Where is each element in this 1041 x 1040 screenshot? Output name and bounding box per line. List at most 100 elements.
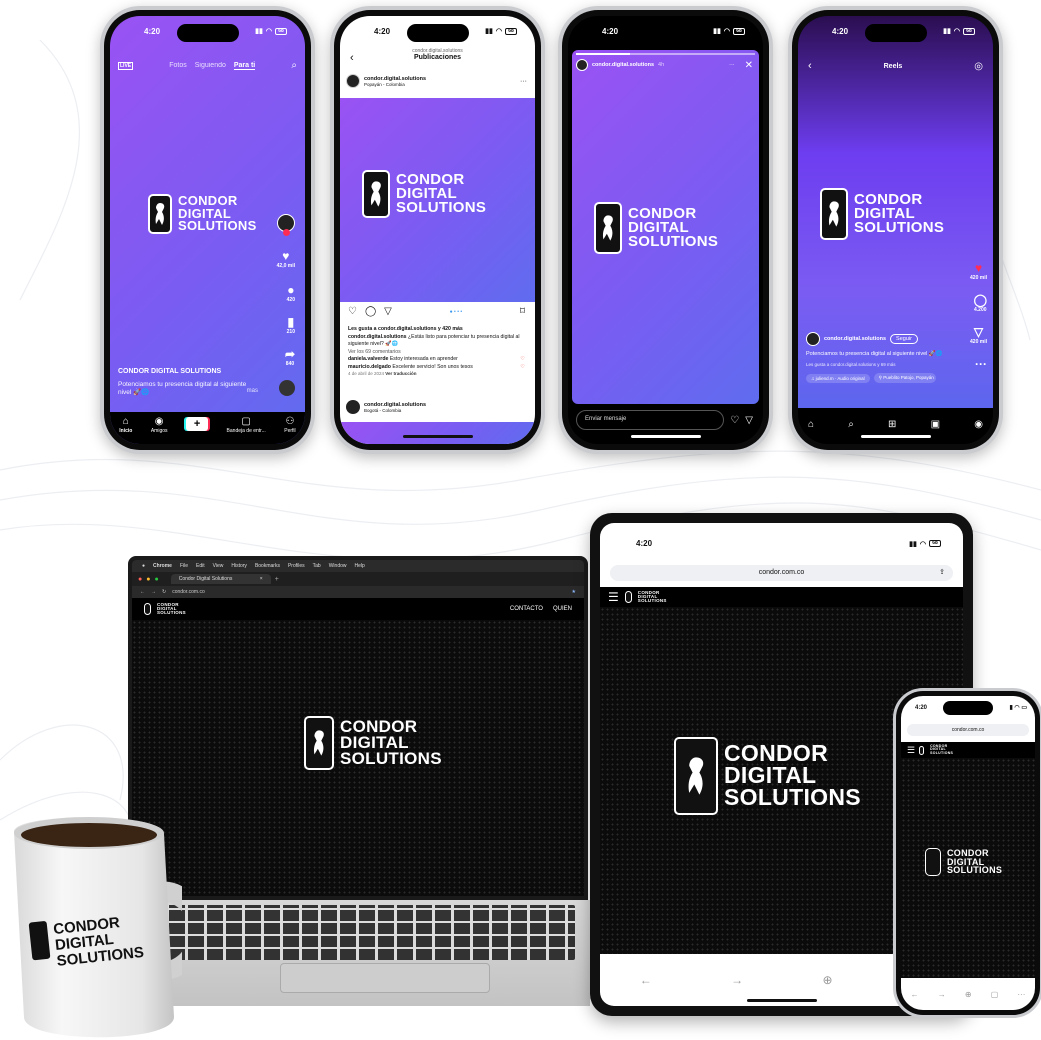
url-text[interactable]: condor.com.co <box>172 589 205 595</box>
site-logo[interactable]: CONDOR DIGITAL SOLUTIONS <box>624 590 667 604</box>
bookmark-icon[interactable]: ⌑ <box>520 306 525 317</box>
new-tab-icon[interactable]: ⊕ <box>965 990 972 999</box>
heart-icon[interactable]: ♡ <box>348 306 357 317</box>
live-icon[interactable]: LIVE <box>118 61 134 70</box>
back-icon[interactable]: ← <box>640 973 652 987</box>
view-comments[interactable]: Ver los 69 comentarios <box>348 349 525 357</box>
menu-window[interactable]: Window <box>329 563 347 569</box>
close-icon[interactable]: ✕ <box>745 60 753 71</box>
tab-para-ti[interactable]: Para ti <box>233 62 256 70</box>
apple-icon[interactable]: ● <box>142 563 145 569</box>
url-bar[interactable]: condor.com.co ⇪ <box>610 565 953 581</box>
home-icon[interactable]: ⌂ <box>808 419 814 430</box>
translate-link[interactable]: Ver traducción <box>385 371 416 376</box>
next-author-name[interactable]: condor.digital.solutions <box>364 402 426 408</box>
profile-avatar-icon[interactable]: ◉ <box>974 419 983 430</box>
menu-file[interactable]: File <box>180 563 188 569</box>
menu-view[interactable]: View <box>213 563 224 569</box>
send-icon[interactable]: ▽ <box>745 415 753 426</box>
minimize-window-icon[interactable]: ● <box>146 576 150 583</box>
comment1-heart-icon[interactable]: ♡ <box>520 356 525 364</box>
audio-chip[interactable]: ♫ juliend.m · Audio original <box>806 373 870 383</box>
save-button[interactable]: ▮ 210 <box>287 316 295 335</box>
heart-icon[interactable]: ♡ <box>730 415 739 426</box>
comment-button[interactable]: ◯ 4.200 <box>974 294 987 313</box>
hamburger-menu-icon[interactable]: ☰ <box>907 745 915 756</box>
location-chip[interactable]: ⚲ Pueblito Patojo, Popayán <box>873 373 936 383</box>
tab-siguiendo[interactable]: Siguiendo <box>195 62 226 69</box>
comment2-user[interactable]: mauricio.delgado <box>348 364 391 370</box>
avatar[interactable] <box>576 59 588 71</box>
profile-avatar[interactable] <box>277 214 295 236</box>
comment1-user[interactable]: daniela.valverde <box>348 356 388 362</box>
menu-tab[interactable]: Tab <box>313 563 321 569</box>
nav-contacto[interactable]: CONTACTO <box>510 606 543 612</box>
menu-history[interactable]: History <box>231 563 247 569</box>
tabs-icon[interactable]: ▢ <box>991 990 999 999</box>
share-icon[interactable]: ⇪ <box>939 565 945 581</box>
create-icon[interactable]: ⊞ <box>888 419 896 430</box>
close-window-icon[interactable]: ● <box>138 576 142 583</box>
back-icon[interactable]: ‹ <box>350 52 354 64</box>
new-tab-icon[interactable]: ⊕ <box>822 973 832 987</box>
reel-user[interactable]: condor.digital.solutions <box>824 336 886 342</box>
back-icon[interactable]: ← <box>911 990 919 999</box>
send-icon[interactable]: ▽ <box>384 306 392 317</box>
liked-by[interactable]: Les gusta a condor.digital.solutions y 6… <box>806 362 963 367</box>
comment-button[interactable]: ● 420 <box>287 284 295 303</box>
nav-perfil[interactable]: ⚇ Perfil <box>284 417 295 435</box>
share-button[interactable]: ▽ 420 mil <box>970 326 987 345</box>
comment-icon[interactable]: ◯ <box>365 306 376 317</box>
reels-icon[interactable]: ▣ <box>931 419 940 430</box>
back-icon[interactable]: ← <box>140 589 145 595</box>
avatar[interactable] <box>346 400 360 414</box>
menu-chrome[interactable]: Chrome <box>153 563 172 569</box>
comment2-heart-icon[interactable]: ♡ <box>520 364 525 372</box>
forward-icon[interactable]: → <box>151 589 156 595</box>
create-button[interactable]: + <box>186 417 209 431</box>
browser-tab[interactable]: Condor Digital Solutions × <box>170 574 271 584</box>
nav-amigos[interactable]: ◉ Amigos <box>151 417 168 435</box>
tab-close-icon[interactable]: × <box>260 576 263 582</box>
site-logo[interactable]: CONDOR DIGITAL SOLUTIONS <box>919 744 953 755</box>
site-logo[interactable]: CONDOR DIGITAL SOLUTIONS <box>144 602 186 616</box>
nav-inbox[interactable]: ▢ Bandeja de entr... <box>227 417 266 435</box>
avatar[interactable] <box>346 74 360 88</box>
music-disc-icon[interactable] <box>279 380 295 396</box>
star-icon[interactable]: ★ <box>572 589 576 595</box>
story-card[interactable]: condor.digital.solutions 4h ··· ✕ CONDOR DI… <box>572 50 759 404</box>
follow-button[interactable]: Seguir <box>890 334 918 344</box>
menu-edit[interactable]: Edit <box>196 563 205 569</box>
reload-icon[interactable]: ↻ <box>162 589 166 595</box>
more-options-icon[interactable]: ··· <box>520 78 527 85</box>
like-button[interactable]: ♥ 420 mil <box>970 262 987 281</box>
like-button[interactable]: ♥ 42,0 mil <box>277 250 295 269</box>
hamburger-menu-icon[interactable]: ☰ <box>608 590 619 604</box>
share-button[interactable]: ➦ 840 <box>285 348 295 367</box>
story-user[interactable]: condor.digital.solutions <box>592 62 654 68</box>
tab-fotos[interactable]: Fotos <box>169 62 187 69</box>
menu-help[interactable]: Help <box>355 563 365 569</box>
back-icon[interactable]: ‹ <box>808 60 812 72</box>
caption-user[interactable]: condor.digital.solutions <box>348 334 407 340</box>
nav-quien[interactable]: QUIEN <box>553 606 572 612</box>
search-icon[interactable]: ⌕ <box>848 419 854 430</box>
more-icon[interactable]: ··· <box>1017 990 1025 999</box>
menu-bookmarks[interactable]: Bookmarks <box>255 563 280 569</box>
post-image[interactable]: CONDOR DIGITAL SOLUTIONS <box>340 98 535 302</box>
likes-text[interactable]: Les gusta a condor.digital.solutions y 4… <box>348 326 525 334</box>
more-options-icon[interactable]: ··· <box>975 358 987 370</box>
search-icon[interactable]: ⌕ <box>291 60 297 71</box>
nav-inicio[interactable]: ⌂ Inicio <box>119 417 132 435</box>
new-tab-icon[interactable]: + <box>275 576 279 583</box>
avatar[interactable] <box>806 332 820 346</box>
more-link[interactable]: más <box>118 388 258 394</box>
camera-icon[interactable]: ◎ <box>974 61 983 72</box>
more-options-icon[interactable]: ··· <box>729 62 735 68</box>
url-bar[interactable]: condor.com.co <box>907 724 1029 736</box>
message-input[interactable]: Enviar mensaje <box>576 410 725 430</box>
maximize-window-icon[interactable]: ● <box>154 576 158 583</box>
forward-icon[interactable]: → <box>731 973 743 987</box>
forward-icon[interactable]: → <box>938 990 946 999</box>
menu-profiles[interactable]: Profiles <box>288 563 305 569</box>
